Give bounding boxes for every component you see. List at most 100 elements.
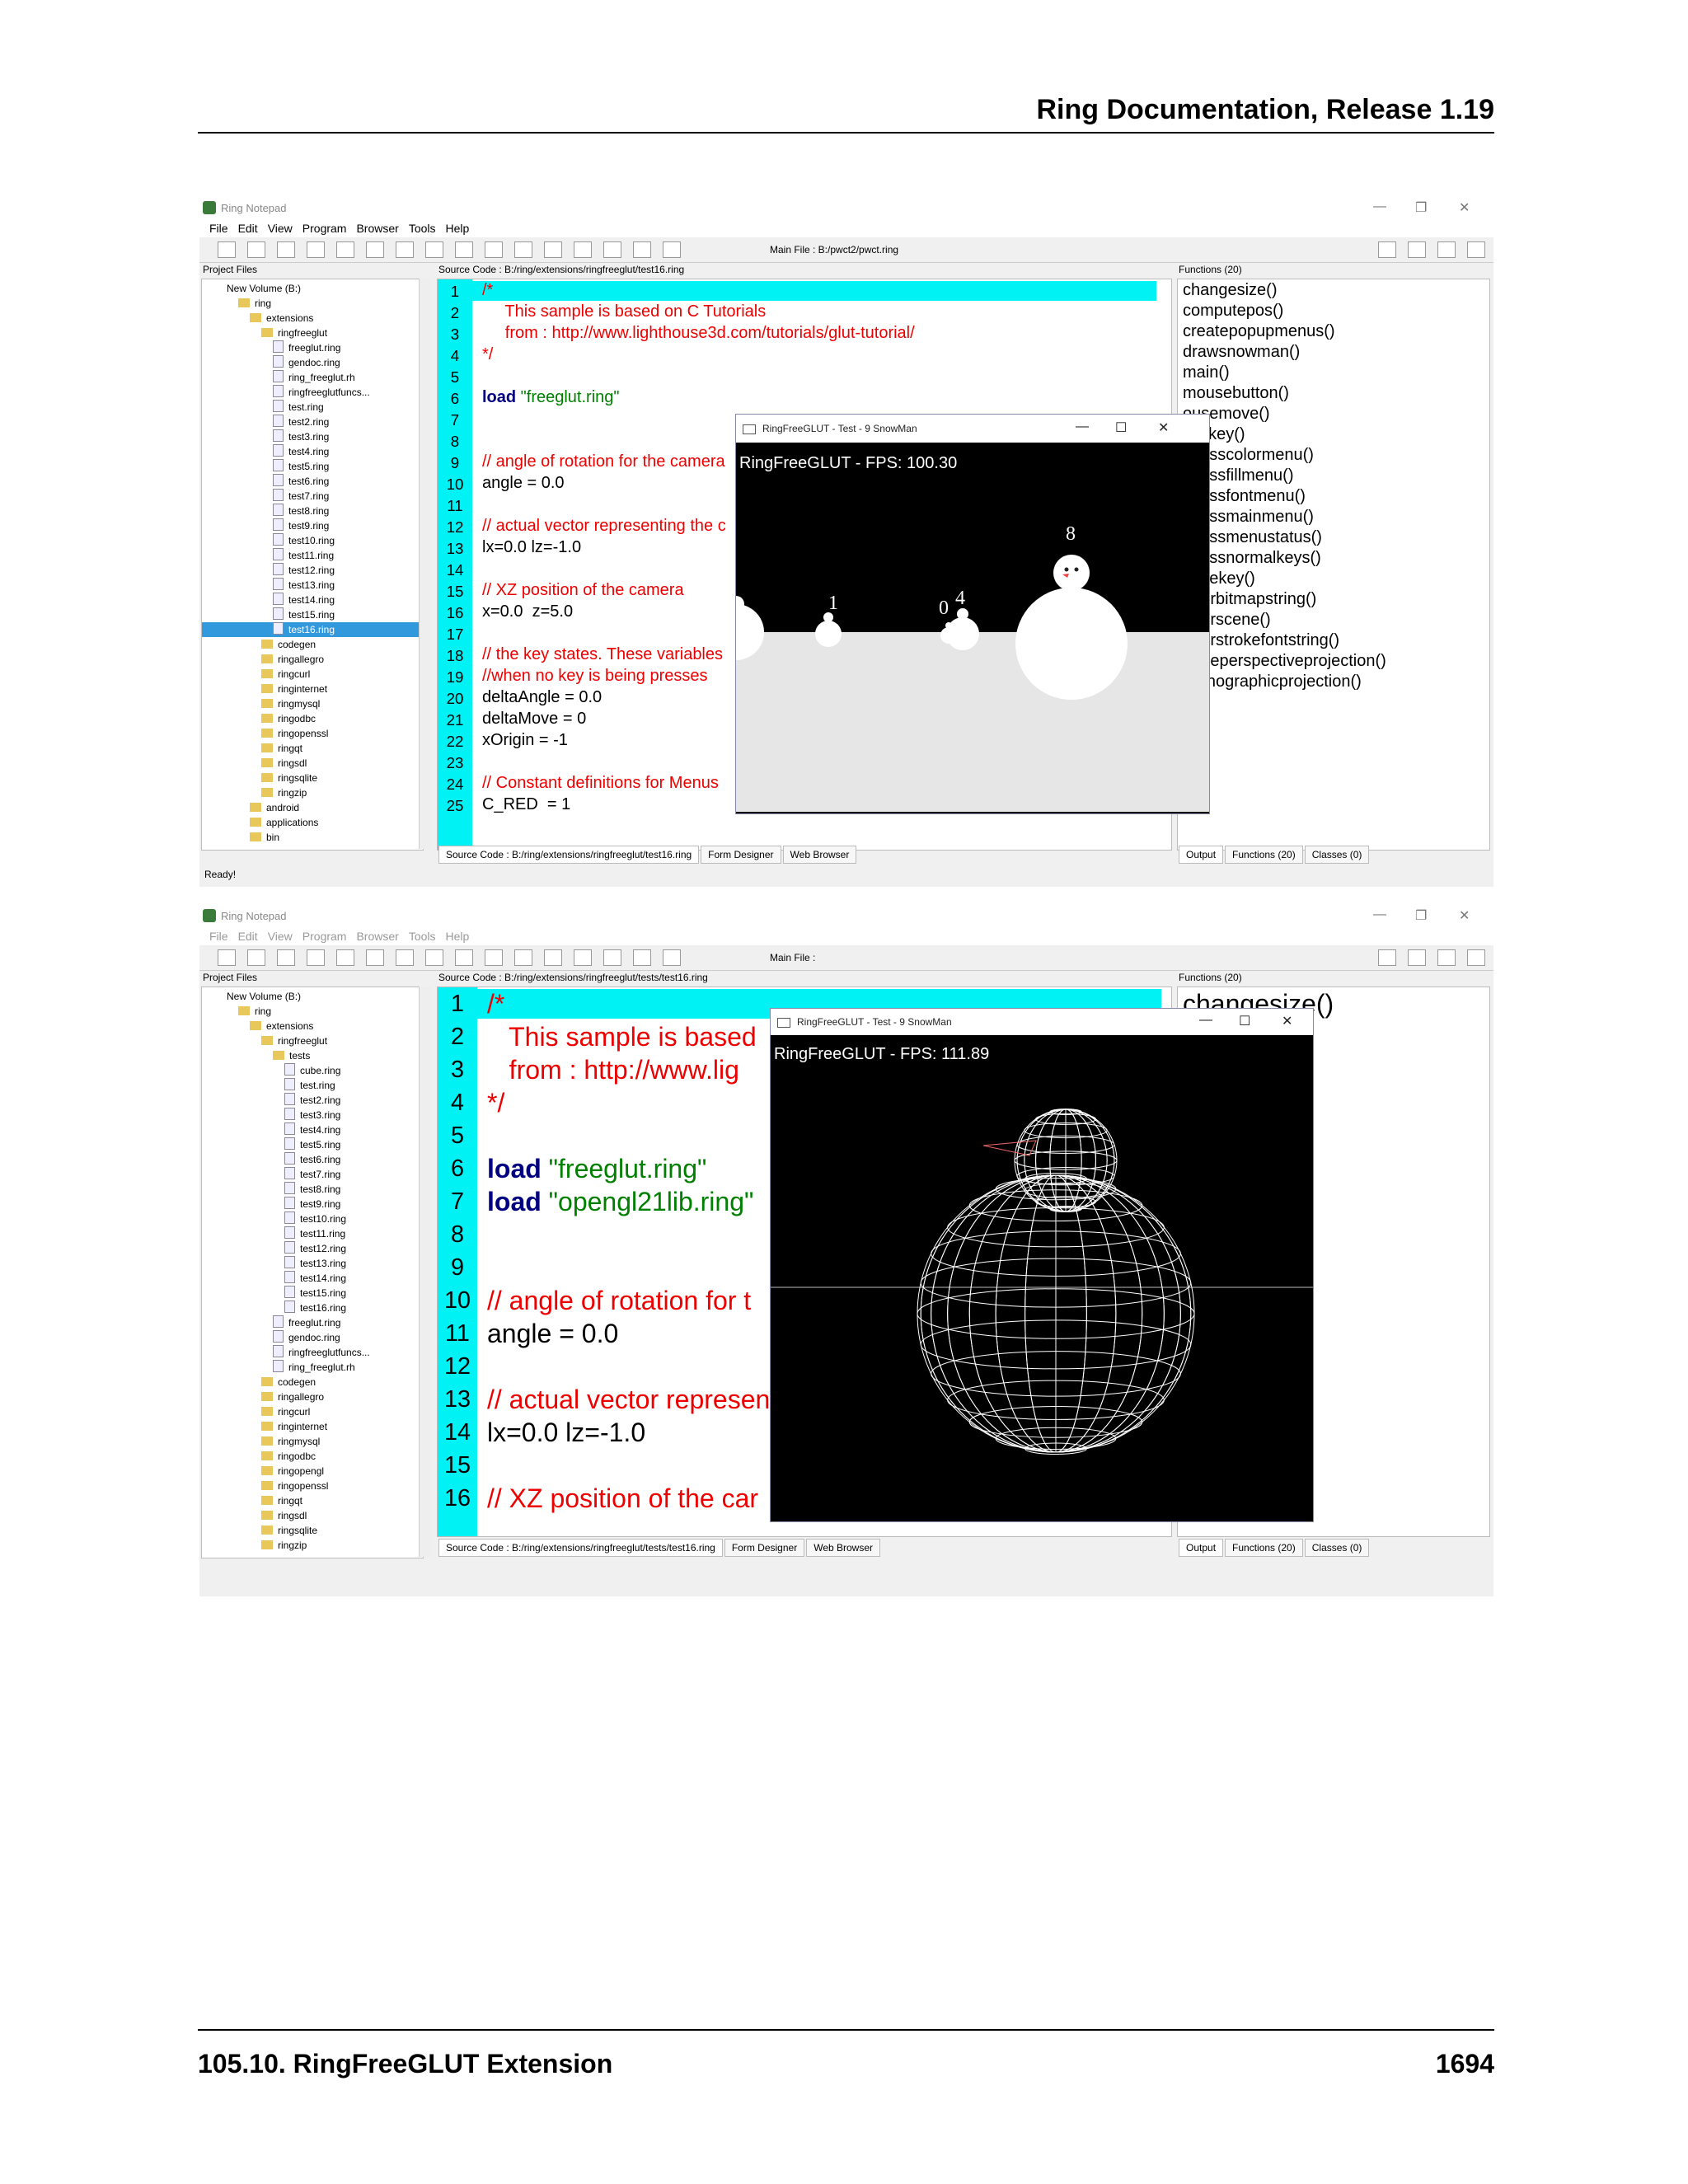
- toolbar-button-icon[interactable]: [633, 241, 651, 258]
- tree-item[interactable]: ring_freeglut.rh: [273, 1360, 355, 1375]
- tree-item[interactable]: ring: [238, 1004, 271, 1019]
- toolbar-button-icon[interactable]: [247, 949, 265, 966]
- tree-item[interactable]: test4.ring: [284, 1122, 340, 1137]
- toolbar-button-icon[interactable]: [366, 241, 384, 258]
- toolbar-button-icon[interactable]: [336, 949, 354, 966]
- close-icon[interactable]: ✕: [1459, 199, 1470, 216]
- tree-item[interactable]: ringsqlite: [261, 1523, 317, 1538]
- toolbar-button-icon[interactable]: [514, 949, 532, 966]
- tree-scrollbar[interactable]: [419, 987, 431, 1557]
- tree-item[interactable]: test12.ring: [284, 1241, 346, 1256]
- function-item[interactable]: changesize(): [1183, 281, 1278, 300]
- tree-item[interactable]: test.ring: [284, 1078, 335, 1093]
- tree-item[interactable]: ringfreeglutfuncs...: [273, 385, 370, 400]
- toolbar-button-icon[interactable]: [485, 949, 503, 966]
- tree-item[interactable]: test15.ring: [284, 1286, 346, 1301]
- toolbar-button-icon[interactable]: [277, 949, 295, 966]
- toolbar-button-icon[interactable]: [603, 949, 621, 966]
- tab-0[interactable]: Output: [1179, 846, 1224, 864]
- toolbar-button-icon[interactable]: [544, 949, 562, 966]
- toolbar-button-icon[interactable]: [336, 241, 354, 258]
- tab-0[interactable]: Source Code : B:/ring/extensions/ringfre…: [438, 1539, 723, 1557]
- menu-item-view[interactable]: View: [268, 222, 293, 235]
- restore-icon[interactable]: ❐: [1415, 907, 1427, 924]
- menu-item-tools[interactable]: Tools: [409, 930, 436, 943]
- toolbar-button-icon[interactable]: [514, 241, 532, 258]
- tree-item[interactable]: test2.ring: [284, 1093, 340, 1108]
- glut-minimize-icon[interactable]: —: [1199, 1013, 1212, 1028]
- tree-item[interactable]: test5.ring: [273, 459, 329, 474]
- toolbar-button-icon[interactable]: [574, 949, 592, 966]
- toolbar-button-icon[interactable]: [247, 241, 265, 258]
- tree-item[interactable]: ringfreeglutfuncs...: [273, 1345, 370, 1360]
- tree-item[interactable]: ringsdl: [261, 1508, 307, 1523]
- tab-1[interactable]: Form Designer: [701, 846, 781, 864]
- tree-item[interactable]: New Volume (B:): [227, 281, 301, 296]
- toolbar-button-icon[interactable]: [425, 241, 443, 258]
- tree-item[interactable]: test13.ring: [273, 578, 335, 593]
- tree-item[interactable]: test14.ring: [284, 1271, 346, 1286]
- tree-item[interactable]: ringqt: [261, 741, 302, 756]
- toolbar-button-icon[interactable]: [307, 241, 325, 258]
- menu-item-edit[interactable]: Edit: [238, 222, 258, 235]
- tab-2[interactable]: Web Browser: [782, 846, 857, 864]
- tree-item[interactable]: ringzip: [261, 1538, 307, 1553]
- tree-item[interactable]: freeglut.ring: [273, 1315, 340, 1330]
- tree-item[interactable]: test8.ring: [273, 504, 329, 518]
- tree-item[interactable]: ringqt: [261, 1493, 302, 1508]
- function-item[interactable]: drawsnowman(): [1183, 343, 1300, 362]
- toolbar-button-icon[interactable]: [425, 949, 443, 966]
- tree-item[interactable]: ringallegro: [261, 652, 324, 667]
- toolbar-button-icon[interactable]: [1408, 241, 1426, 258]
- tree-item[interactable]: ringodbc: [261, 711, 316, 726]
- toolbar-button-icon[interactable]: [1378, 241, 1396, 258]
- toolbar-button-icon[interactable]: [1467, 949, 1485, 966]
- toolbar-button-icon[interactable]: [366, 949, 384, 966]
- toolbar-button-icon[interactable]: [633, 949, 651, 966]
- function-item[interactable]: computepos(): [1183, 302, 1283, 321]
- toolbar-button-icon[interactable]: [218, 241, 236, 258]
- menu-item-tools[interactable]: Tools: [409, 222, 436, 235]
- toolbar-button-icon[interactable]: [485, 241, 503, 258]
- tree-item[interactable]: test10.ring: [284, 1212, 346, 1226]
- tree-item[interactable]: test9.ring: [284, 1197, 340, 1212]
- tree-item[interactable]: codegen: [261, 1375, 316, 1390]
- tree-item[interactable]: New Volume (B:): [227, 989, 301, 1004]
- toolbar-button-icon[interactable]: [396, 241, 414, 258]
- tab-0[interactable]: Source Code : B:/ring/extensions/ringfre…: [438, 846, 700, 864]
- menu-item-edit[interactable]: Edit: [238, 930, 258, 943]
- tree-item[interactable]: test13.ring: [284, 1256, 346, 1271]
- tree-item[interactable]: ringmysql: [261, 1434, 320, 1449]
- tree-item[interactable]: ringsdl: [261, 756, 307, 771]
- toolbar-button-icon[interactable]: [544, 241, 562, 258]
- tree-item[interactable]: test11.ring: [273, 548, 334, 563]
- toolbar-button-icon[interactable]: [663, 949, 681, 966]
- tree-item[interactable]: test4.ring: [273, 444, 329, 459]
- tree-item[interactable]: test16.ring: [202, 622, 423, 637]
- function-item[interactable]: createpopupmenus(): [1183, 322, 1335, 341]
- function-item[interactable]: storeperspectiveprojection(): [1183, 652, 1386, 671]
- tab-2[interactable]: Web Browser: [806, 1539, 881, 1557]
- tree-item[interactable]: applications: [250, 815, 318, 830]
- tree-item[interactable]: ringzip: [261, 785, 307, 800]
- menu-item-file[interactable]: File: [209, 930, 228, 943]
- glut-close-icon[interactable]: ✕: [1282, 1013, 1292, 1029]
- tab-2[interactable]: Classes (0): [1304, 846, 1370, 864]
- tree-item[interactable]: test6.ring: [273, 474, 329, 489]
- tree-item[interactable]: test8.ring: [284, 1182, 340, 1197]
- minimize-icon[interactable]: —: [1373, 199, 1386, 214]
- tree-item[interactable]: ring: [238, 296, 271, 311]
- tree-item[interactable]: test12.ring: [273, 563, 335, 578]
- function-item[interactable]: mousebutton(): [1183, 384, 1289, 403]
- tree-item[interactable]: ringinternet: [261, 682, 327, 696]
- toolbar-button-icon[interactable]: [1408, 949, 1426, 966]
- tree-item[interactable]: test9.ring: [273, 518, 329, 533]
- tree-item[interactable]: ringcurl: [261, 1404, 310, 1419]
- tree-item[interactable]: test3.ring: [273, 429, 329, 444]
- tree-item[interactable]: gendoc.ring: [273, 1330, 340, 1345]
- toolbar-button-icon[interactable]: [1467, 241, 1485, 258]
- toolbar-button-icon[interactable]: [574, 241, 592, 258]
- tree-item[interactable]: extensions: [250, 311, 313, 326]
- menu-item-browser[interactable]: Browser: [356, 222, 398, 235]
- menu-item-help[interactable]: Help: [446, 222, 470, 235]
